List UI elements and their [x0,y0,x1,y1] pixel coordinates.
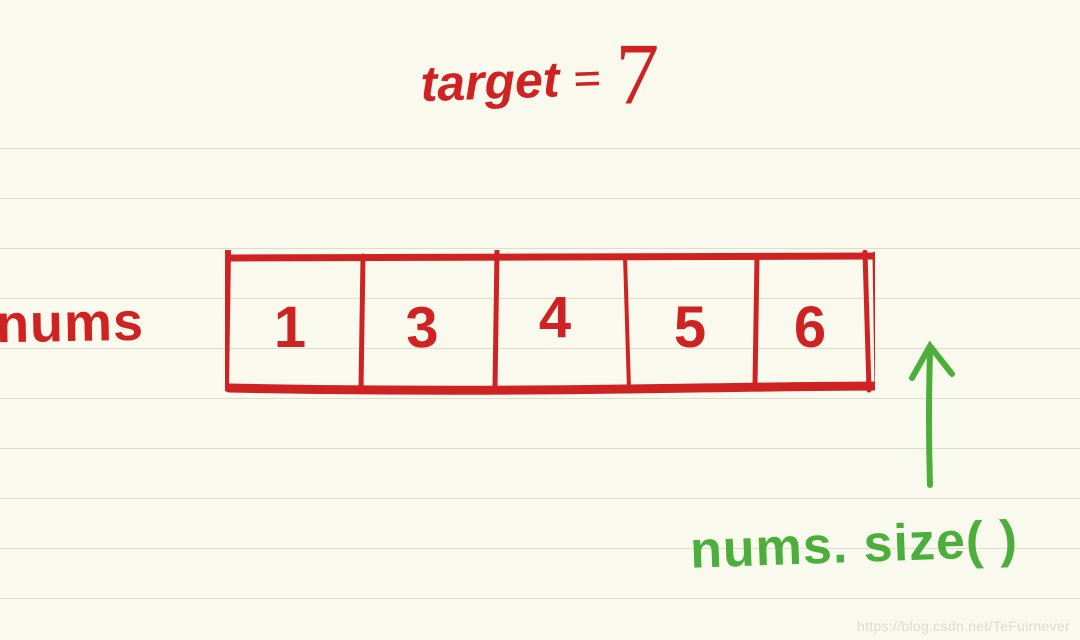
ruled-line [0,148,1080,149]
target-value: 7 [616,25,660,126]
equals-sign: = [572,50,602,107]
array-cell-0: 1 [225,294,355,361]
array-cell-1: 3 [355,291,488,365]
ruled-line [0,598,1080,599]
array-name-label: nums [0,291,145,356]
ruled-line [0,198,1080,199]
array-cell-3: 5 [625,294,755,361]
size-arrow [900,330,980,500]
notebook-paper: target = 7 nums 1 3 4 5 6 nums. s [0,0,1080,640]
array-diagram: 1 3 4 5 6 [225,250,875,390]
target-expression: target = 7 [418,14,661,123]
size-label: nums. size( ) [689,509,1019,580]
ruled-line [0,248,1080,249]
target-label-text: target [419,51,560,112]
array-cell-2: 4 [490,284,620,351]
array-cell-4: 6 [745,294,875,361]
watermark-text: https://blog.csdn.net/TeFuirnever [857,618,1070,634]
